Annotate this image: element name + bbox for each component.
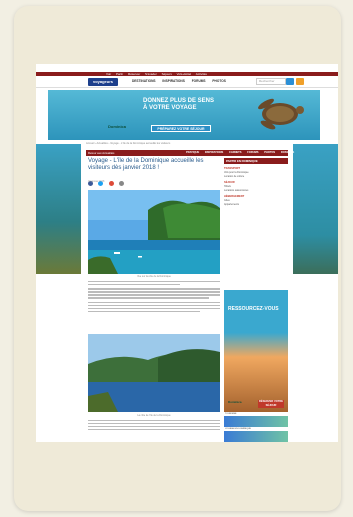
sidebar-thumbnails: TOURISME VOYAGE EN DOMINIQUE [224,413,288,442]
category-home-link[interactable]: Retour aux Actualités [88,151,114,155]
article-body-1 [88,281,220,314]
right-background-image [293,144,338,274]
category-links: PRATIQUE INSPIRATIONS CARNETS FORUMS PHO… [186,151,299,154]
category-bar: Retour aux Actualités PRATIQUE INSPIRATI… [86,150,294,156]
sidebar-section-title: HÉBERGEMENT [224,195,245,198]
web-page: Voir Partir Réserver S'évader Séjours Vo… [36,64,338,442]
sea-turtle-image [258,98,304,130]
thumbnail-label: TOURISME [225,413,237,415]
category-pratique[interactable]: PRATIQUE [186,151,199,154]
ad-cta-button[interactable]: RÉSERVER VOTRE SÉJOUR [258,400,284,408]
banner-headline: DONNEZ PLUS DE SENS À VOTRE VOYAGE [143,98,214,112]
social-share-bar [88,173,220,186]
main-nav: DESTINATIONS INSPIRATIONS FORUMS PHOTOS [132,79,232,83]
banner-brand: Dominica [108,124,127,129]
category-inspirations[interactable]: INSPIRATIONS [205,151,223,154]
screenshot-card: Voir Partir Réserver S'évader Séjours Vo… [14,6,341,511]
sidebar-link[interactable]: Locations saisonnières [224,189,288,192]
article-photo-bay [88,334,220,412]
ad-title: RESSOURCEZ-VOUS [228,306,279,312]
thumbnail-label: VOYAGE EN DOMINIQUE [225,428,251,430]
sidebar-link[interactable]: Hôtels [224,185,288,188]
thumbnail-item[interactable]: TOURISME [224,413,288,427]
thumbnail-item[interactable]: VOYAGE EN DOMINIQUE [224,428,288,442]
sidebar-section-title: TRANSPORT [224,167,241,170]
sidebar-link[interactable]: Location de voiture [224,175,288,178]
photo-caption-2: La côte de l'île de la Dominique [137,414,171,417]
left-background-image [36,144,81,274]
banner-headline-line-1: DONNEZ PLUS DE SENS [143,98,215,104]
category-carnets[interactable]: CARNETS [229,151,242,154]
sidebar-link[interactable]: Appartements [224,203,288,206]
banner-cta-button[interactable]: PRÉPAREZ VOTRE SÉJOUR [151,125,211,132]
ad-brand: Dominica [228,400,242,404]
sidebar-link[interactable]: Vols pour la Dominique [224,171,288,174]
nav-item-destinations[interactable]: DESTINATIONS [132,79,156,83]
site-logo[interactable]: voyageurs [88,78,118,86]
article-header: Voyage - L'île de la Dominique accueille… [88,158,220,186]
sidebar-link[interactable]: Gîtes [224,199,288,202]
nav-item-photos[interactable]: PHOTOS [212,79,225,83]
category-dossiers[interactable]: DOSSIERS [281,151,294,154]
article-photo-coast [88,190,220,274]
sidebar: PARTIR EN DOMINIQUE TRANSPORT Vols pour … [224,158,288,206]
promo-banner[interactable]: DONNEZ PLUS DE SENS À VOTRE VOYAGE Domin… [48,90,320,140]
sidebar-section-title: SÉJOUR [224,181,235,184]
user-account-button[interactable] [296,78,304,85]
category-photos[interactable]: PHOTOS [264,151,275,154]
article-body-2 [88,420,220,432]
share-icon[interactable] [119,181,125,186]
site-header: voyageurs DESTINATIONS INSPIRATIONS FORU… [36,76,338,88]
search-input[interactable]: Rechercher [256,78,286,85]
article-title: Voyage - L'île de la Dominique accueille… [88,158,204,171]
sidebar-heading: PARTIR EN DOMINIQUE [224,158,288,164]
banner-headline-line-2: À VOTRE VOYAGE [143,105,197,111]
photo-caption-1: Vue sur la côte de la Dominique [137,275,171,278]
breadcrumb[interactable]: Accueil › Actualités › Voyage - L'île de… [86,142,170,145]
search-button[interactable] [286,78,294,85]
sidebar-ad[interactable]: RESSOURCEZ-VOUS Dominica RÉSERVER VOTRE … [224,290,288,412]
google-plus-icon[interactable] [108,181,114,186]
nav-item-forums[interactable]: FORUMS [192,79,206,83]
category-forums[interactable]: FORUMS [247,151,258,154]
nav-item-inspirations[interactable]: INSPIRATIONS [162,79,184,83]
